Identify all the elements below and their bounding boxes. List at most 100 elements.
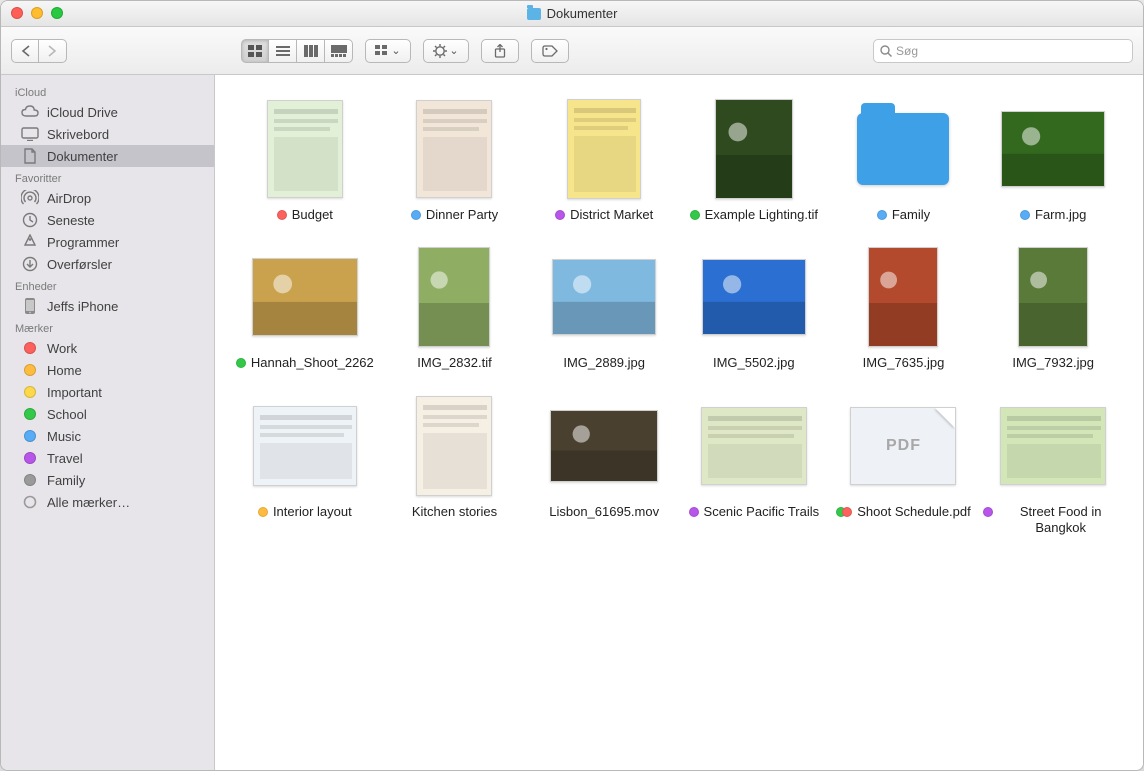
sidebar-item-label: Home [47,363,82,378]
gallery-view-button[interactable] [325,39,353,63]
file-item[interactable]: Street Food in Bangkok [983,396,1123,537]
sidebar-item[interactable]: Overførsler [1,253,214,275]
sidebar-item-label: Travel [47,451,83,466]
sidebar-item[interactable]: Programmer [1,231,214,253]
toolbar: ⌄ ⌄ [1,27,1143,75]
sidebar-item-label: Seneste [47,213,95,228]
app-icon [21,234,39,250]
file-item[interactable]: Farm.jpg [983,99,1123,223]
sidebar-item-label: Family [47,473,85,488]
sidebar-item[interactable]: Music [1,425,214,447]
alltags-icon [21,494,39,510]
file-thumb-wrap [699,247,809,347]
file-item[interactable]: Dinner Party [385,99,525,223]
sidebar-item[interactable]: Dokumenter [1,145,214,167]
file-item[interactable]: Scenic Pacific Trails [684,396,824,537]
minimize-window-button[interactable] [31,7,43,19]
search-field[interactable] [873,39,1133,63]
sidebar-item[interactable]: Important [1,381,214,403]
file-label: Farm.jpg [1020,207,1086,223]
sidebar-item[interactable]: School [1,403,214,425]
file-item[interactable]: IMG_2832.tif [385,247,525,371]
file-label: Shoot Schedule.pdf [836,504,970,520]
icon-view-button[interactable] [241,39,269,63]
file-name: Budget [292,207,333,223]
sidebar-item[interactable]: Seneste [1,209,214,231]
file-item[interactable]: Interior layout [235,396,375,537]
file-label: Dinner Party [411,207,498,223]
arrange-group: ⌄ [365,39,411,63]
sidebar-item[interactable]: Home [1,359,214,381]
forward-button[interactable] [39,39,67,63]
finder-window: Dokumenter ⌄ ⌄ iCloudiCloud DriveSkrive [0,0,1144,771]
file-thumbnail [1000,407,1106,485]
file-thumb-wrap [998,396,1108,496]
file-thumbnail [1001,111,1105,187]
file-label: IMG_5502.jpg [713,355,795,371]
search-icon [880,45,892,57]
file-thumb-wrap [549,99,659,199]
file-item[interactable]: District Market [534,99,674,223]
action-group: ⌄ [423,39,469,63]
column-view-button[interactable] [297,39,325,63]
action-button[interactable]: ⌄ [423,39,469,63]
file-thumb-wrap [399,99,509,199]
sidebar-item[interactable]: Travel [1,447,214,469]
file-item[interactable]: IMG_7635.jpg [834,247,974,371]
file-item[interactable]: PDF Shoot Schedule.pdf [834,396,974,537]
zoom-window-button[interactable] [51,7,63,19]
tags-button[interactable] [531,39,569,63]
tag-dot-icon [21,428,39,444]
file-thumb-wrap [699,396,809,496]
file-item[interactable]: Budget [235,99,375,223]
file-thumb-wrap [998,247,1108,347]
file-name: IMG_7635.jpg [863,355,945,371]
file-name: Example Lighting.tif [705,207,818,223]
folder-icon [857,113,949,185]
list-view-button[interactable] [269,39,297,63]
search-input[interactable] [896,44,1126,58]
file-thumb-wrap [250,99,360,199]
file-thumb-wrap [250,396,360,496]
file-label: IMG_2832.tif [417,355,491,371]
file-label: Interior layout [258,504,352,520]
file-thumbnail [567,99,641,199]
arrange-button[interactable]: ⌄ [365,39,411,63]
file-label: Kitchen stories [412,504,497,520]
file-item[interactable]: Example Lighting.tif [684,99,824,223]
file-item[interactable]: IMG_5502.jpg [684,247,824,371]
sidebar-item[interactable]: Work [1,337,214,359]
sidebar-item-label: AirDrop [47,191,91,206]
file-label: Hannah_Shoot_2262 [236,355,374,371]
file-item[interactable]: Kitchen stories [385,396,525,537]
file-item[interactable]: Hannah_Shoot_2262 [235,247,375,371]
titlebar: Dokumenter [1,1,1143,27]
share-button[interactable] [481,39,519,63]
clock-icon [21,212,39,228]
sidebar-item[interactable]: Family [1,469,214,491]
file-item[interactable]: Lisbon_61695.mov [534,396,674,537]
window-controls [11,7,63,19]
sidebar-item-label: Skrivebord [47,127,109,142]
file-item[interactable]: IMG_7932.jpg [983,247,1123,371]
file-thumb-wrap [250,247,360,347]
file-item[interactable]: Family [834,99,974,223]
close-window-button[interactable] [11,7,23,19]
sidebar-item[interactable]: Jeffs iPhone [1,295,214,317]
file-grid: Budget Dinner Party District Market Example… [235,99,1123,536]
file-label: IMG_7635.jpg [863,355,945,371]
sidebar: iCloudiCloud DriveSkrivebordDokumenterFa… [1,75,215,770]
sidebar-item[interactable]: Alle mærker… [1,491,214,513]
sidebar-item[interactable]: iCloud Drive [1,101,214,123]
file-thumb-wrap [848,99,958,199]
file-tag-icon [689,507,699,517]
sidebar-item[interactable]: Skrivebord [1,123,214,145]
file-label: Street Food in Bangkok [983,504,1123,537]
file-thumbnail: PDF [850,407,956,485]
file-thumbnail [1018,247,1088,347]
file-tag-icon [236,358,246,368]
back-button[interactable] [11,39,39,63]
file-item[interactable]: IMG_2889.jpg [534,247,674,371]
phone-icon [21,298,39,314]
sidebar-item[interactable]: AirDrop [1,187,214,209]
